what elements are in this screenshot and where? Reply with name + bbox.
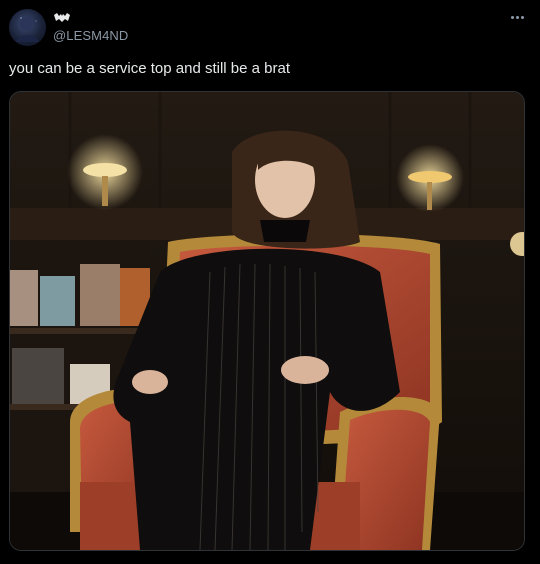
bat-icon [54, 13, 70, 22]
tweet: @LESM4ND you can be a service top and st… [0, 0, 540, 564]
tweet-text: you can be a service top and still be a … [9, 60, 291, 77]
more-options-icon[interactable] [505, 8, 529, 26]
tweet-media[interactable] [9, 91, 525, 551]
avatar[interactable] [9, 9, 46, 46]
avatar-image [16, 17, 39, 42]
media-image [10, 92, 524, 550]
user-handle[interactable]: @LESM4ND [53, 28, 128, 43]
